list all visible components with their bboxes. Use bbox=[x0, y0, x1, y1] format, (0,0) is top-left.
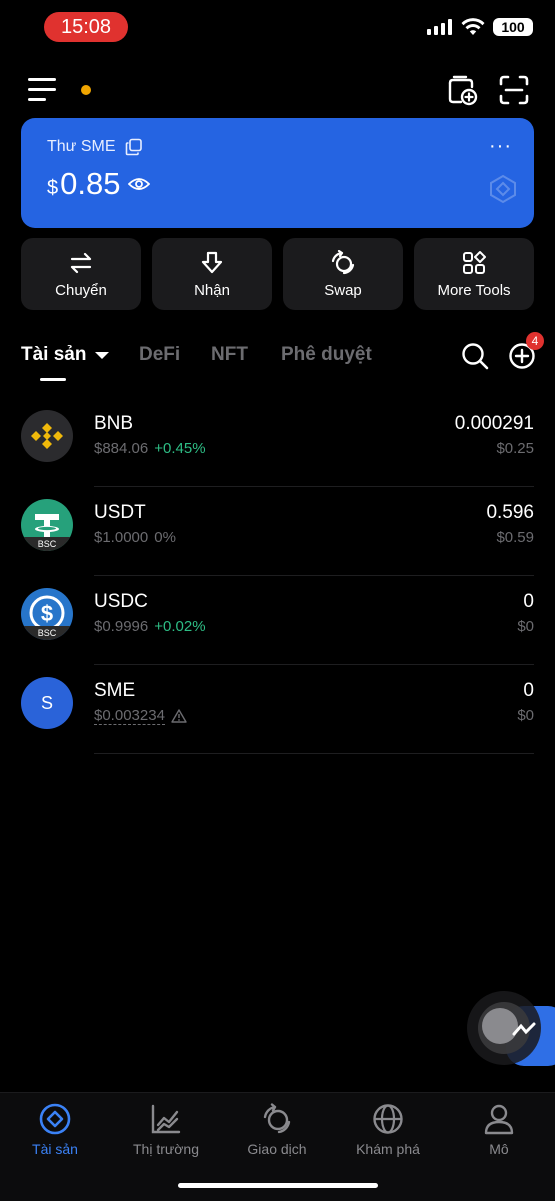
token-symbol: SME bbox=[94, 680, 136, 701]
usdt-icon: BSC bbox=[21, 499, 73, 551]
transfer-button[interactable]: Chuyển bbox=[21, 238, 141, 310]
chain-tag: BSC bbox=[21, 537, 73, 551]
token-price-row: $0.9996 +0.02% bbox=[94, 618, 206, 635]
token-value: $0 bbox=[517, 707, 534, 724]
copy-icon[interactable] bbox=[125, 138, 143, 156]
wifi-icon bbox=[461, 18, 485, 35]
token-price: $1.0000 bbox=[94, 529, 149, 546]
more-tools-button[interactable]: More Tools bbox=[414, 238, 534, 310]
floating-widget[interactable] bbox=[466, 990, 555, 1070]
user-icon bbox=[484, 1104, 514, 1135]
signal-icon bbox=[427, 19, 452, 35]
sme-icon: S bbox=[21, 677, 73, 729]
svg-text:$: $ bbox=[41, 601, 53, 626]
swap-label: Swap bbox=[324, 281, 362, 299]
token-symbol: BNB bbox=[94, 413, 134, 434]
status-time: 15:08 bbox=[44, 12, 128, 42]
token-row-usdc[interactable]: $ BSC USDC $0.9996 +0.02% 0 $0 bbox=[0, 576, 555, 665]
active-tab-indicator bbox=[40, 378, 66, 381]
token-value: $0.25 bbox=[496, 440, 534, 457]
usdc-icon: $ BSC bbox=[21, 588, 73, 640]
token-row-bnb[interactable]: BNB $884.06 +0.45% 0.000291 $0.25 bbox=[0, 398, 555, 487]
token-price-row: $0.003234 bbox=[94, 707, 187, 725]
nav-assets-label: Tài sản bbox=[32, 1141, 78, 1157]
more-tools-icon bbox=[463, 250, 486, 274]
globe-icon bbox=[373, 1104, 403, 1134]
caret-down-icon bbox=[95, 352, 110, 359]
home-indicator[interactable] bbox=[178, 1183, 378, 1188]
nav-profile-label: Mô bbox=[489, 1141, 509, 1157]
nav-market[interactable]: Thị trường bbox=[116, 1103, 216, 1157]
tab-assets[interactable]: Tài sản bbox=[21, 344, 110, 366]
currency-symbol: $ bbox=[47, 177, 59, 199]
token-price: $0.9996 bbox=[94, 618, 149, 635]
token-symbol: USDC bbox=[94, 591, 148, 612]
eye-icon[interactable] bbox=[128, 176, 151, 192]
chain-tag: BSC bbox=[21, 626, 73, 640]
transfer-label: Chuyển bbox=[55, 281, 107, 299]
tab-defi[interactable]: DeFi bbox=[139, 344, 180, 366]
add-wallet-icon[interactable] bbox=[445, 73, 479, 107]
notification-badge: 4 bbox=[526, 332, 544, 350]
token-amount: 0 bbox=[523, 680, 534, 701]
token-value: $0 bbox=[517, 618, 534, 635]
market-chart-icon bbox=[151, 1104, 181, 1134]
token-price-row: $1.0000 0% bbox=[94, 529, 176, 546]
nav-market-label: Thị trường bbox=[132, 1141, 199, 1157]
scan-icon[interactable] bbox=[497, 73, 531, 107]
bnb-watermark-icon bbox=[490, 174, 516, 204]
receive-button[interactable]: Nhận bbox=[152, 238, 272, 310]
battery-indicator: 100 bbox=[493, 18, 533, 36]
tab-assets-label: Tài sản bbox=[21, 344, 87, 365]
token-change: 0% bbox=[154, 529, 176, 546]
more-tools-label: More Tools bbox=[437, 281, 511, 299]
token-value: $0.59 bbox=[496, 529, 534, 546]
swap-icon bbox=[331, 249, 355, 274]
balance-value: 0.85 bbox=[60, 166, 121, 201]
token-change: +0.45% bbox=[154, 440, 206, 457]
nav-discover[interactable]: Khám phá bbox=[338, 1103, 438, 1157]
tab-nft[interactable]: NFT bbox=[211, 344, 248, 366]
transfer-icon bbox=[70, 252, 92, 273]
nav-profile[interactable]: Mô bbox=[449, 1103, 549, 1157]
tab-approvals[interactable]: Phê duyệt bbox=[281, 344, 372, 366]
token-amount: 0 bbox=[523, 591, 534, 612]
token-amount: 0.000291 bbox=[454, 413, 534, 434]
status-indicators: 100 bbox=[427, 18, 533, 36]
swap-button[interactable]: Swap bbox=[283, 238, 403, 310]
trade-swap-icon bbox=[263, 1103, 291, 1134]
token-price-row: $884.06 +0.45% bbox=[94, 440, 206, 457]
token-amount: 0.596 bbox=[486, 502, 534, 523]
assets-icon bbox=[39, 1103, 71, 1135]
token-row-usdt[interactable]: BSC USDT $1.0000 0% 0.596 $0.59 bbox=[0, 487, 555, 576]
receive-label: Nhận bbox=[194, 281, 230, 299]
nav-trade-label: Giao dịch bbox=[247, 1141, 307, 1157]
token-change: +0.02% bbox=[154, 618, 206, 635]
wallet-card[interactable]: Thư SME ··· $ 0.85 bbox=[21, 118, 534, 228]
search-icon[interactable] bbox=[461, 342, 489, 370]
menu-icon[interactable] bbox=[28, 78, 56, 104]
bnb-icon bbox=[21, 410, 73, 462]
wallet-name: Thư SME bbox=[47, 138, 116, 155]
token-row-sme[interactable]: S SME $0.003234 0 $0 bbox=[0, 665, 555, 754]
token-price: $884.06 bbox=[94, 440, 149, 457]
wallet-balance: $ 0.85 bbox=[47, 166, 151, 202]
more-options-icon[interactable]: ··· bbox=[489, 135, 512, 158]
nav-discover-label: Khám phá bbox=[356, 1141, 420, 1157]
token-symbol: USDT bbox=[94, 502, 146, 523]
notification-dot bbox=[81, 85, 91, 95]
token-price: $0.003234 bbox=[94, 707, 165, 725]
receive-icon bbox=[201, 251, 223, 273]
nav-trade[interactable]: Giao dịch bbox=[227, 1103, 327, 1157]
nav-assets[interactable]: Tài sản bbox=[5, 1103, 105, 1157]
warning-icon[interactable] bbox=[171, 709, 187, 723]
